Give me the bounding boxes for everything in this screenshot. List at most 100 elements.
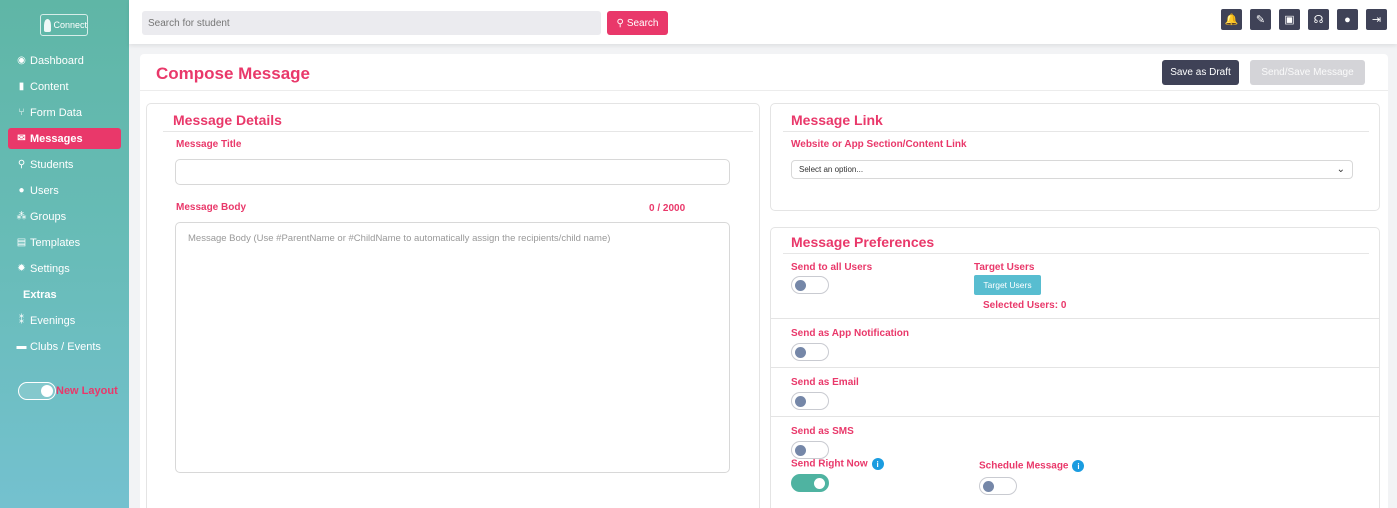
switch-knob — [795, 347, 806, 358]
body-char-counter: 0 / 2000 — [649, 203, 686, 214]
sidebar-item-students[interactable]: ⚲ Students — [8, 154, 121, 175]
send-all-toggle[interactable] — [791, 276, 829, 294]
sidebar-item-label: Form Data — [30, 106, 82, 119]
envelope-icon: ✉ — [17, 133, 26, 144]
dashboard-icon: ◉ — [17, 55, 26, 66]
app-notification-label: Send as App Notification — [791, 328, 909, 339]
send-right-now-toggle[interactable] — [791, 474, 829, 492]
message-body-label: Message Body — [176, 202, 247, 213]
sidebar-item-templates[interactable]: ▤ Templates — [8, 232, 121, 253]
profile-icon[interactable]: ● — [1337, 9, 1358, 30]
pref-row-email: Send as Email — [771, 368, 1379, 417]
schedule-message-label: Schedule Message i — [979, 460, 1085, 472]
message-body-textarea[interactable]: Message Body (Use #ParentName or #ChildN… — [175, 222, 730, 473]
bell-icon[interactable]: 🔔 — [1221, 9, 1242, 30]
content-icon: ▮ — [18, 81, 25, 92]
content-link-label: Website or App Section/Content Link — [791, 139, 967, 150]
pref-row-app-notification: Send as App Notification — [771, 319, 1379, 368]
new-layout-toggle[interactable]: New Layout — [18, 382, 118, 400]
chevron-down-icon: ⌄ — [1336, 164, 1345, 175]
send-all-label: Send to all Users — [791, 262, 873, 273]
sidebar-item-label: Users — [30, 184, 59, 197]
target-users-label: Target Users — [974, 262, 1035, 273]
sidebar-item-label: Clubs / Events — [30, 340, 101, 353]
sidebar-item-settings[interactable]: ✹ Settings — [8, 258, 121, 279]
user-edit-icon[interactable]: ✎ — [1250, 9, 1271, 30]
headset-icon[interactable]: ☊ — [1308, 9, 1329, 30]
switch-knob — [41, 385, 53, 397]
logout-icon[interactable]: ⇥ — [1366, 9, 1387, 30]
message-link-panel: Message Link Website or App Section/Cont… — [770, 103, 1380, 211]
email-toggle[interactable] — [791, 392, 829, 410]
divider — [140, 90, 1388, 91]
app-root: Connect ◉ Dashboard ▮ Content ⑂ Form Dat… — [0, 0, 1397, 508]
sidebar-extras-heading: Extras — [23, 288, 57, 301]
message-title-label: Message Title — [176, 139, 242, 150]
id-card-icon[interactable]: ▣ — [1279, 9, 1300, 30]
target-users-button[interactable]: Target Users — [974, 275, 1041, 295]
email-label: Send as Email — [791, 377, 859, 388]
new-layout-switch[interactable] — [18, 382, 56, 400]
switch-knob — [814, 478, 825, 489]
sidebar-item-label: Evenings — [30, 314, 76, 327]
sidebar-item-groups[interactable]: ⁂ Groups — [8, 206, 121, 227]
send-save-button[interactable]: Send/Save Message — [1250, 60, 1365, 85]
send-right-now-label: Send Right Now i — [791, 458, 884, 470]
search-button[interactable]: ⚲ Search — [607, 11, 668, 35]
logo-text: Connect — [53, 20, 87, 30]
sidebar-item-users[interactable]: ● Users — [8, 180, 121, 201]
sidebar-item-label: Settings — [30, 262, 70, 275]
sidebar-item-label: Messages — [30, 132, 83, 145]
switch-knob — [795, 445, 806, 456]
sms-toggle[interactable] — [791, 441, 829, 459]
sidebar-item-clubs-events[interactable]: ▬ Clubs / Events — [8, 336, 121, 357]
sms-label: Send as SMS — [791, 426, 854, 437]
info-icon[interactable]: i — [871, 458, 884, 470]
switch-knob — [795, 396, 806, 407]
search-input[interactable] — [142, 11, 601, 35]
sidebar-item-dashboard[interactable]: ◉ Dashboard — [8, 50, 121, 71]
select-value: Select an option... — [799, 165, 864, 174]
message-details-panel: Message Details Message Title Message Bo… — [146, 103, 760, 508]
gear-icon: ✹ — [17, 263, 26, 274]
selected-users-count: Selected Users: 0 — [983, 300, 1067, 311]
sidebar-item-messages[interactable]: ✉ Messages — [8, 128, 121, 149]
switch-knob — [983, 481, 994, 492]
message-title-input[interactable] — [175, 159, 730, 185]
content-link-select[interactable]: Select an option... ⌄ — [791, 160, 1353, 179]
panel-title-link: Message Link — [791, 112, 883, 128]
search-button-label: Search — [626, 17, 659, 29]
user-icon: ● — [18, 185, 25, 196]
logo[interactable]: Connect — [40, 14, 88, 36]
info-icon[interactable]: i — [1072, 460, 1085, 472]
divider — [783, 131, 1369, 132]
send-right-now-text: Send Right Now — [791, 458, 868, 470]
schedule-message-toggle[interactable] — [979, 477, 1017, 495]
sidebar-item-label: Templates — [30, 236, 81, 249]
compose-card: Compose Message Save as Draft Send/Save … — [140, 54, 1388, 508]
new-layout-label: New Layout — [56, 385, 118, 397]
switch-knob — [795, 280, 806, 291]
page-title: Compose Message — [156, 64, 310, 83]
sidebar-item-form-data[interactable]: ⑂ Form Data — [8, 102, 121, 123]
sidebar-item-label: Groups — [30, 210, 67, 223]
app-notification-toggle[interactable] — [791, 343, 829, 361]
logo-icon — [44, 18, 52, 32]
student-icon: ⚲ — [17, 159, 26, 170]
topbar: ⚲ Search 🔔 ✎ ▣ ☊ ● ⇥ — [129, 0, 1397, 44]
save-draft-button[interactable]: Save as Draft — [1162, 60, 1239, 85]
schedule-message-text: Schedule Message — [979, 460, 1069, 472]
sidebar-item-label: Dashboard — [30, 54, 84, 67]
templates-icon: ▤ — [16, 237, 27, 248]
message-preferences-panel: Message Preferences Send to all Users Ta… — [770, 227, 1380, 508]
sidebar: Connect ◉ Dashboard ▮ Content ⑂ Form Dat… — [0, 0, 129, 508]
people-icon: ⁑ — [19, 315, 24, 326]
pref-row-recipients: Send to all Users Target Users Target Us… — [771, 254, 1379, 319]
panel-title-preferences: Message Preferences — [791, 234, 935, 250]
search-icon: ⚲ — [616, 17, 624, 29]
sidebar-item-content[interactable]: ▮ Content — [8, 76, 121, 97]
sidebar-item-evenings[interactable]: ⁑ Evenings — [8, 310, 121, 331]
divider — [163, 131, 753, 132]
form-data-icon: ⑂ — [18, 107, 25, 118]
sidebar-item-label: Students — [30, 158, 74, 171]
